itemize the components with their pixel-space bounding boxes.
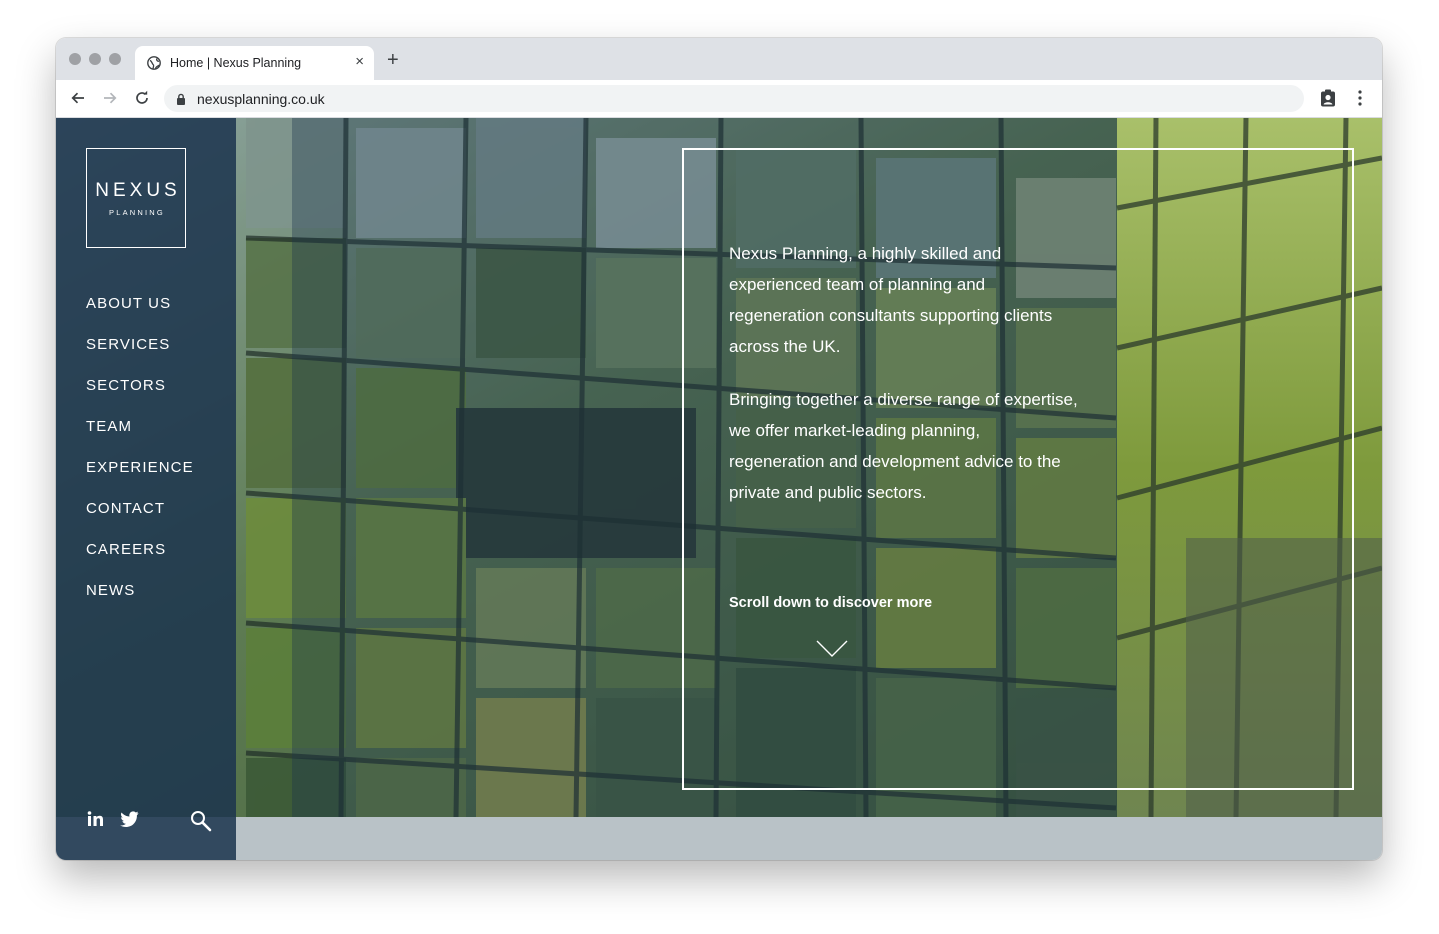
- nav-item-team[interactable]: TEAM: [86, 417, 194, 458]
- nav-item-careers[interactable]: CAREERS: [86, 540, 194, 581]
- main-nav: ABOUT US SERVICES SECTORS TEAM EXPERIENC…: [86, 294, 194, 622]
- linkedin-icon[interactable]: [87, 811, 104, 827]
- nav-item-sectors[interactable]: SECTORS: [86, 376, 194, 417]
- scroll-down-link[interactable]: Scroll down to discover more: [729, 595, 932, 611]
- globe-icon: [147, 56, 161, 70]
- tab-strip: Home | Nexus Planning × +: [56, 38, 1382, 80]
- page-viewport: NEXUS PLANNING ABOUT US SERVICES SECTORS…: [56, 118, 1382, 860]
- url-text: nexusplanning.co.uk: [197, 90, 325, 107]
- profile-icon[interactable]: [1318, 88, 1338, 108]
- nav-item-about-us[interactable]: ABOUT US: [86, 294, 194, 335]
- search-icon[interactable]: [190, 810, 212, 832]
- maximize-window-dot[interactable]: [109, 53, 121, 65]
- intro-paragraph-1: Nexus Planning, a highly skilled and exp…: [729, 244, 1053, 356]
- logo-wordmark: NEXUS: [95, 179, 181, 201]
- forward-arrow-icon[interactable]: [99, 87, 121, 109]
- browser-toolbar: nexusplanning.co.uk: [56, 80, 1382, 118]
- nav-item-experience[interactable]: EXPERIENCE: [86, 458, 194, 499]
- more-menu-icon[interactable]: [1350, 88, 1370, 108]
- browser-tab[interactable]: Home | Nexus Planning ×: [135, 46, 374, 80]
- address-bar[interactable]: nexusplanning.co.uk: [164, 85, 1304, 112]
- nav-item-services[interactable]: SERVICES: [86, 335, 194, 376]
- lock-icon: [176, 93, 186, 105]
- logo-subtitle: PLANNING: [109, 207, 165, 217]
- reload-icon[interactable]: [131, 87, 153, 109]
- browser-window: Home | Nexus Planning × + nexusplanning.…: [56, 38, 1382, 860]
- minimize-window-dot[interactable]: [89, 53, 101, 65]
- close-tab-icon[interactable]: ×: [355, 54, 364, 70]
- nav-item-contact[interactable]: CONTACT: [86, 499, 194, 540]
- sidebar: NEXUS PLANNING ABOUT US SERVICES SECTORS…: [56, 118, 236, 860]
- intro-paragraph-2: Bringing together a diverse range of exp…: [729, 390, 1078, 502]
- tab-title: Home | Nexus Planning: [170, 56, 302, 70]
- social-links: [87, 811, 139, 827]
- chevron-down-icon[interactable]: [816, 640, 848, 663]
- back-arrow-icon[interactable]: [67, 87, 89, 109]
- new-tab-button[interactable]: +: [387, 50, 399, 70]
- close-window-dot[interactable]: [69, 53, 81, 65]
- nav-item-news[interactable]: NEWS: [86, 581, 194, 622]
- nexus-planning-logo[interactable]: NEXUS PLANNING: [86, 148, 186, 248]
- twitter-icon[interactable]: [120, 811, 139, 827]
